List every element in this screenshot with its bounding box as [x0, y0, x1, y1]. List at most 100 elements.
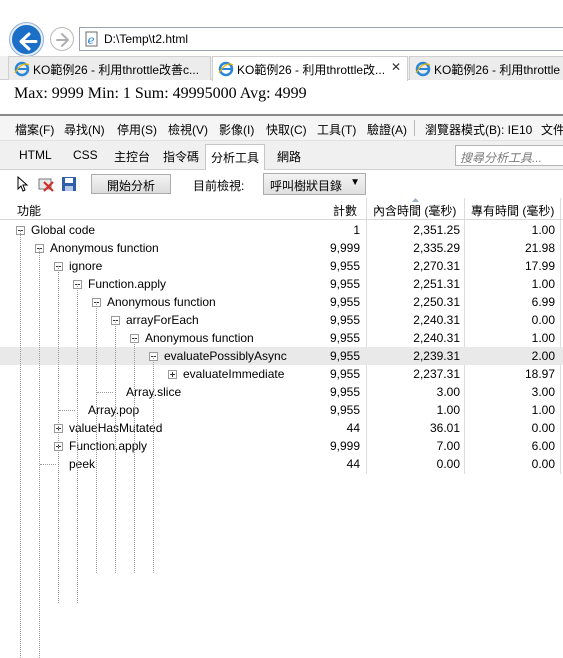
table-row[interactable]: Anonymous function 9,999 2,335.29 21.98 — [0, 239, 563, 257]
forward-button[interactable] — [50, 27, 74, 51]
column-header-function[interactable]: 功能 — [17, 202, 41, 219]
start-profiling-button[interactable]: 開始分析 — [91, 174, 171, 194]
tab-script[interactable]: 指令碼 — [163, 148, 199, 165]
table-row[interactable]: Anonymous function 9,955 2,240.31 1.00 — [0, 329, 563, 347]
expand-icon[interactable] — [168, 370, 177, 379]
tab-css[interactable]: CSS — [73, 148, 98, 162]
function-name: Anonymous function — [107, 295, 216, 309]
menu-file[interactable]: 檔案(F) — [15, 121, 54, 138]
forward-arrow-icon — [56, 33, 69, 47]
browser-tab-2[interactable]: KO範例26 - 利用throttle改... ✕ — [212, 56, 408, 81]
menu-disable[interactable]: 停用(S) — [117, 121, 157, 138]
table-row[interactable]: Function.apply 9,955 2,251.31 1.00 — [0, 275, 563, 293]
function-name: ignore — [69, 259, 103, 273]
function-name: Anonymous function — [145, 331, 254, 345]
devtools-menu-bar: 檔案(F) 尋找(N) 停用(S) 檢視(V) 影像(I) 快取(C) 工具(T… — [0, 116, 563, 140]
chevron-down-icon: ▼ — [350, 177, 360, 188]
table-row[interactable]: evaluateImmediate 9,955 2,237.31 18.97 — [0, 365, 563, 383]
close-tab-icon[interactable]: ✕ — [391, 60, 401, 74]
menu-find[interactable]: 尋找(N) — [64, 121, 105, 138]
exclusive-cell: 6.99 — [531, 295, 555, 309]
tab-html[interactable]: HTML — [19, 148, 52, 162]
current-view-value: 呼叫樹狀目錄 — [270, 179, 343, 193]
table-row[interactable]: ignore 9,955 2,270.31 17.99 — [0, 257, 563, 275]
menu-separator — [414, 120, 415, 136]
address-bar-area: e D:\Temp\t2.html — [0, 0, 563, 56]
count-cell: 9,955 — [329, 259, 360, 273]
table-row[interactable]: evaluatePossiblyAsync 9,955 2,239.31 2.00 — [0, 347, 563, 365]
function-name: arrayForEach — [126, 313, 199, 327]
browser-tab-1[interactable]: KO範例26 - 利用throttle改善c... — [8, 56, 211, 80]
count-cell: 9,955 — [329, 349, 360, 363]
save-icon[interactable] — [61, 176, 77, 192]
tab-console[interactable]: 主控台 — [114, 148, 150, 165]
menu-tools[interactable]: 工具(T) — [317, 121, 356, 138]
url-field[interactable]: e D:\Temp\t2.html — [79, 27, 563, 51]
ie-icon — [218, 61, 234, 77]
menu-browser-mode[interactable]: 瀏覽器模式(B): IE10 — [425, 121, 532, 138]
inclusive-cell: 0.00 — [436, 457, 460, 471]
exclusive-cell: 6.00 — [531, 439, 555, 453]
exclusive-cell: 0.00 — [531, 457, 555, 471]
inclusive-cell: 3.00 — [436, 385, 460, 399]
menu-images[interactable]: 影像(I) — [219, 121, 254, 138]
ie-icon — [14, 61, 30, 77]
tree-connector — [97, 392, 113, 393]
exclusive-cell: 1.00 — [531, 223, 555, 237]
tab-network[interactable]: 網路 — [277, 148, 301, 165]
exclusive-cell: 21.98 — [524, 241, 555, 255]
inclusive-cell: 2,335.29 — [413, 241, 460, 255]
menu-document-mode[interactable]: 文件 — [541, 121, 563, 138]
count-cell: 44 — [346, 421, 360, 435]
inclusive-cell: 2,237.31 — [413, 367, 460, 381]
exclusive-cell: 1.00 — [531, 403, 555, 417]
exclusive-cell: 17.99 — [524, 259, 555, 273]
back-button[interactable] — [10, 23, 43, 56]
table-row[interactable]: Array.pop 9,955 1.00 1.00 — [0, 401, 563, 419]
table-row[interactable]: arrayForEach 9,955 2,240.31 0.00 — [0, 311, 563, 329]
inclusive-cell: 36.01 — [429, 421, 460, 435]
menu-view[interactable]: 檢視(V) — [168, 121, 208, 138]
call-tree-header: 功能 計數 內含時間 (毫秒) 專有時間 (毫秒) — [0, 198, 563, 220]
profiler-toolbar: 開始分析 目前檢視: 呼叫樹狀目錄 ▼ — [0, 170, 563, 198]
menu-validate[interactable]: 驗證(A) — [367, 121, 407, 138]
column-header-exclusive-time[interactable]: 專有時間 (毫秒) — [471, 202, 554, 219]
menu-cache[interactable]: 快取(C) — [266, 121, 307, 138]
select-cursor-icon[interactable] — [15, 176, 31, 192]
inclusive-cell: 2,251.31 — [413, 277, 460, 291]
table-row[interactable]: Anonymous function 9,955 2,250.31 6.99 — [0, 293, 563, 311]
svg-text:e: e — [88, 33, 95, 47]
browser-tab-3[interactable]: KO範例26 - 利用throttle — [409, 56, 563, 80]
count-cell: 9,999 — [329, 241, 360, 255]
inclusive-cell: 2,240.31 — [413, 313, 460, 327]
tab-profiler[interactable]: 分析工具 — [205, 144, 266, 171]
column-header-inclusive-time[interactable]: 內含時間 (毫秒) — [373, 202, 456, 219]
table-row[interactable]: Function.apply 9,999 7.00 6.00 — [0, 437, 563, 455]
count-cell: 9,955 — [329, 367, 360, 381]
function-name: Function.apply — [69, 439, 148, 453]
tree-connector — [40, 464, 56, 465]
column-header-count[interactable]: 計數 — [333, 202, 357, 219]
profiler-search-input[interactable]: 搜尋分析工具... — [455, 145, 563, 166]
browser-tab-2-title: KO範例26 - 利用throttle改... — [237, 63, 386, 77]
count-cell: 9,999 — [329, 439, 360, 453]
current-view-label: 目前檢視: — [193, 179, 245, 193]
exclusive-cell: 1.00 — [531, 277, 555, 291]
function-name: Anonymous function — [50, 241, 159, 255]
table-row[interactable]: Global code 1 2,351.25 1.00 — [0, 221, 563, 239]
current-view-select[interactable]: 呼叫樹狀目錄 ▼ — [263, 173, 366, 195]
exclusive-cell: 2.00 — [531, 349, 555, 363]
exclusive-cell: 1.00 — [531, 331, 555, 345]
table-row[interactable]: Array.slice 9,955 3.00 3.00 — [0, 383, 563, 401]
browser-tab-3-title: KO範例26 - 利用throttle — [434, 63, 561, 77]
inclusive-cell: 1.00 — [436, 403, 460, 417]
count-cell: 9,955 — [329, 313, 360, 327]
clear-icon[interactable] — [38, 176, 54, 192]
table-row[interactable]: peek 44 0.00 0.00 — [0, 455, 563, 473]
tree-connector — [77, 284, 78, 603]
table-row[interactable]: valueHasMutated 44 36.01 0.00 — [0, 419, 563, 437]
tree-connector — [59, 410, 75, 411]
exclusive-cell: 3.00 — [531, 385, 555, 399]
tree-connector — [20, 230, 21, 658]
count-cell: 9,955 — [329, 403, 360, 417]
